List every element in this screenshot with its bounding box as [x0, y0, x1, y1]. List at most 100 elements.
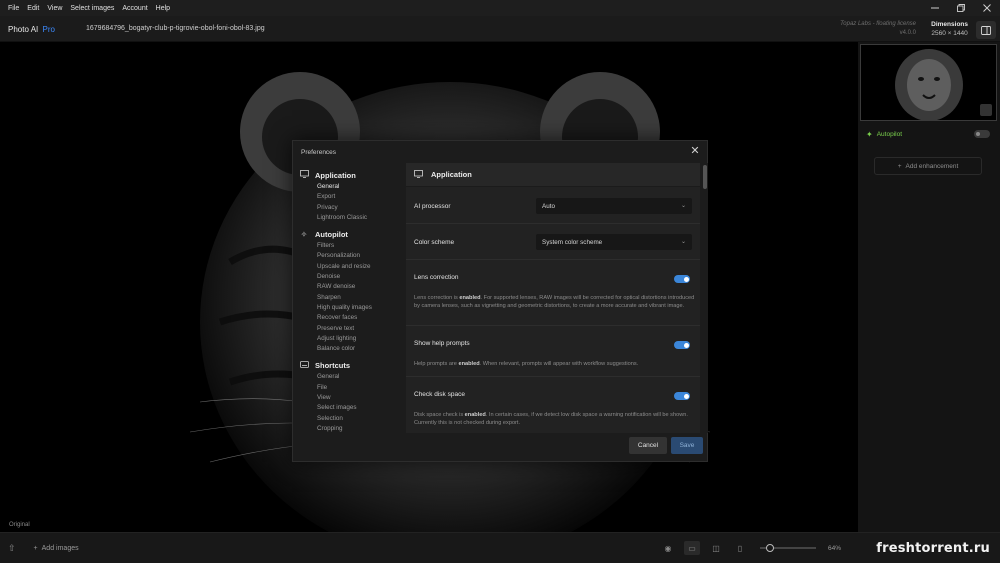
dimensions-value: 2560 × 1440	[931, 30, 968, 37]
nav-item-raw-denoise[interactable]: RAW denoise	[299, 282, 403, 292]
setting-help-prompts: Show help prompts	[414, 340, 692, 347]
title-bar: Photo AI Pro 1679684796_bogatyr-club-p-t…	[0, 16, 1000, 42]
app-name: Photo AI	[8, 25, 39, 34]
nav-item-denoise[interactable]: Denoise	[299, 272, 403, 282]
split-view-icon[interactable]: ◫	[708, 541, 724, 555]
view-controls: ◉ ▭ ◫ ▯ 64%	[660, 541, 841, 555]
menu-select-images[interactable]: Select images	[66, 5, 118, 12]
plus-icon: +	[897, 162, 902, 170]
nav-item-adjust-lighting[interactable]: Adjust lighting	[299, 334, 403, 344]
help-prompts-description: Help prompts are enabled. When relevant,…	[414, 360, 696, 368]
nav-item-lightroom-classic[interactable]: Lightroom Classic	[299, 213, 403, 223]
ai-processor-select[interactable]: Auto ⌄	[536, 198, 692, 214]
nav-section-application[interactable]: Application	[299, 170, 403, 180]
zoom-slider-knob[interactable]	[766, 544, 774, 552]
color-scheme-select[interactable]: System color scheme ⌄	[536, 234, 692, 250]
chevron-down-icon: ⌄	[680, 239, 686, 245]
nav-item-high-quality[interactable]: High quality images	[299, 303, 403, 313]
main-menu: File Edit View Select images Account Hel…	[0, 5, 174, 12]
nav-item-privacy[interactable]: Privacy	[299, 203, 403, 213]
menu-view[interactable]: View	[43, 5, 66, 12]
nav-item-export[interactable]: Export	[299, 192, 403, 202]
setting-label: AI processor	[414, 203, 451, 210]
nav-item-sharpen[interactable]: Sharpen	[299, 293, 403, 303]
setting-label: Show help prompts	[414, 340, 470, 347]
content-scrollbar[interactable]	[703, 163, 708, 433]
preferences-content: Application AI processor Auto ⌄ Color sc…	[406, 163, 700, 433]
divider	[406, 259, 700, 260]
help-prompts-toggle[interactable]	[674, 341, 690, 349]
bottom-left-tools: ⇧ + Add images	[8, 543, 79, 554]
zoom-slider[interactable]	[760, 544, 816, 552]
license-info: Topaz Labs - floating license v4.0.0	[840, 20, 916, 38]
disk-space-description: Disk space check is enabled. In certain …	[414, 411, 696, 427]
panel-toggle-button[interactable]	[976, 21, 996, 39]
desc-status: enabled	[459, 295, 481, 301]
autopilot-icon: ✦	[866, 129, 873, 139]
nav-section-autopilot[interactable]: ✧ Autopilot	[299, 230, 403, 239]
keyboard-icon	[299, 361, 309, 370]
nav-item-filters[interactable]: Filters	[299, 241, 403, 251]
file-name: 1679684796_bogatyr-club-p-tigrovie-obol-…	[86, 25, 265, 32]
image-thumbnail[interactable]	[860, 44, 997, 121]
restore-icon[interactable]	[948, 0, 974, 16]
cancel-button[interactable]: Cancel	[629, 437, 667, 454]
crop-icon[interactable]	[980, 104, 992, 116]
autopilot-row[interactable]: ✦ Autopilot	[866, 128, 990, 140]
preview-eye-icon[interactable]: ◉	[660, 541, 676, 555]
nav-item-balance-color[interactable]: Balance color	[299, 344, 403, 354]
upload-icon[interactable]: ⇧	[8, 543, 16, 554]
nav-item-general[interactable]: General	[299, 182, 403, 192]
nav-section-shortcuts[interactable]: Shortcuts	[299, 361, 403, 370]
nav-item-shortcuts-select-images[interactable]: Select images	[299, 403, 403, 413]
add-enhancement-button[interactable]: + Add enhancement	[874, 157, 982, 175]
preferences-dialog: Preferences ✕ Application General Export…	[292, 140, 708, 462]
nav-item-upscale[interactable]: Upscale and resize	[299, 262, 403, 272]
tiger-thumbnail-image	[895, 49, 963, 120]
nav-item-shortcuts-selection[interactable]: Selection	[299, 414, 403, 424]
original-label: Original	[9, 522, 30, 528]
preferences-nav: Application General Export Privacy Light…	[299, 167, 403, 433]
desc-text: Disk space check is	[414, 412, 465, 418]
setting-label: Lens correction	[414, 274, 459, 281]
nav-item-shortcuts-view[interactable]: View	[299, 393, 403, 403]
nav-section-label: Shortcuts	[315, 361, 351, 371]
desc-text: Lens correction is	[414, 295, 460, 301]
menu-help[interactable]: Help	[152, 5, 174, 12]
nav-item-recover-faces[interactable]: Recover faces	[299, 313, 403, 323]
menu-account[interactable]: Account	[118, 5, 151, 12]
nav-item-preserve-text[interactable]: Preserve text	[299, 324, 403, 334]
add-images-label: Add images	[41, 545, 79, 552]
add-images-button[interactable]: + Add images	[34, 545, 79, 552]
autopilot-toggle[interactable]	[974, 130, 990, 138]
desc-status: enabled	[464, 412, 486, 418]
minimize-icon[interactable]	[922, 0, 948, 16]
disk-space-toggle[interactable]	[674, 392, 690, 400]
save-button[interactable]: Save	[671, 437, 703, 454]
setting-label: Color scheme	[414, 239, 455, 246]
plus-icon: +	[33, 545, 38, 552]
watermark: freshtorrent.ru	[876, 541, 990, 556]
app-version: v4.0.0	[899, 30, 916, 36]
autopilot-label: Autopilot	[876, 130, 902, 138]
select-value: Auto	[542, 202, 555, 210]
sidebar-panel-icon	[981, 25, 991, 35]
lens-correction-toggle[interactable]	[674, 275, 690, 283]
close-icon[interactable]: ✕	[689, 146, 701, 158]
single-view-icon[interactable]: ▭	[684, 541, 700, 555]
zoom-level[interactable]: 64%	[828, 545, 841, 552]
desc-status: enabled	[458, 361, 480, 367]
select-value: System color scheme	[542, 238, 603, 246]
menu-file[interactable]: File	[4, 5, 23, 12]
divider	[406, 325, 700, 326]
close-icon[interactable]	[974, 0, 1000, 16]
menu-edit[interactable]: Edit	[23, 5, 43, 12]
sparkle-icon: ✧	[300, 230, 308, 240]
nav-item-personalization[interactable]: Personalization	[299, 251, 403, 261]
nav-item-shortcuts-file[interactable]: File	[299, 383, 403, 393]
side-by-side-icon[interactable]: ▯	[732, 541, 748, 555]
window-controls	[922, 0, 1000, 16]
dialog-title: Preferences	[301, 149, 337, 156]
scrollbar-thumb[interactable]	[703, 165, 707, 189]
nav-item-shortcuts-general[interactable]: General	[299, 372, 403, 382]
